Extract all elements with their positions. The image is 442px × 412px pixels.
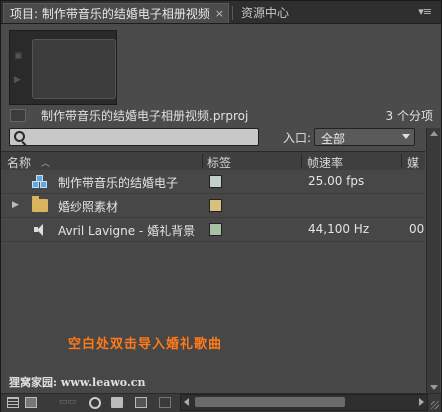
trash-icon[interactable] bbox=[159, 397, 171, 408]
label-color-swatch[interactable] bbox=[209, 175, 222, 188]
scroll-down-icon[interactable] bbox=[430, 385, 438, 390]
item-name: 制作带音乐的结婚电子 bbox=[58, 176, 179, 190]
item-name: 婚纱照素材 bbox=[58, 200, 119, 214]
sequence-icon bbox=[32, 175, 48, 188]
tab-divider bbox=[232, 6, 233, 20]
scroll-up-icon[interactable] bbox=[430, 131, 438, 136]
thumbnail-icon: ▣ bbox=[14, 51, 23, 61]
filter-dropdown[interactable]: 全部 bbox=[314, 128, 415, 146]
expand-arrow-icon[interactable]: ▶ bbox=[12, 200, 19, 210]
tab-project[interactable]: 项目: 制作带音乐的结婚电子相册视频 × bbox=[3, 3, 229, 23]
list-item[interactable]: ▶ 婚纱照素材 bbox=[1, 194, 425, 218]
project-file-icon bbox=[10, 109, 26, 122]
list-view-icon[interactable] bbox=[7, 397, 19, 408]
resize-grip-icon[interactable] bbox=[431, 401, 439, 409]
filter-label: 入口: bbox=[283, 131, 312, 145]
panel-menu-icon[interactable]: ▾≡ bbox=[418, 5, 432, 18]
column-divider[interactable] bbox=[401, 154, 402, 168]
icon-view-icon[interactable] bbox=[25, 397, 37, 408]
tab-bar: 项目: 制作带音乐的结婚电子相册视频 × 资源中心 ▾≡ bbox=[1, 1, 441, 24]
vertical-scrollbar[interactable] bbox=[426, 128, 440, 393]
automate-to-sequence-icon[interactable]: ▭▭ bbox=[59, 397, 76, 408]
column-divider[interactable] bbox=[202, 154, 203, 168]
item-media: 00 bbox=[409, 222, 425, 236]
play-icon[interactable]: ▶ bbox=[14, 75, 21, 85]
speaker-icon bbox=[32, 223, 48, 236]
label-color-swatch[interactable] bbox=[209, 199, 222, 212]
column-frame-rate[interactable]: 帧速率 bbox=[307, 154, 343, 171]
chevron-down-icon bbox=[402, 134, 410, 139]
item-frame-rate: 44,100 Hz bbox=[308, 222, 370, 236]
scroll-thumb[interactable] bbox=[195, 397, 345, 407]
list-item[interactable]: 制作带音乐的结婚电子 25.00 fps bbox=[1, 170, 425, 194]
column-header: 名称 ︿ 标签 帧速率 媒 bbox=[1, 151, 425, 171]
column-label[interactable]: 标签 bbox=[207, 154, 231, 171]
close-icon[interactable]: × bbox=[215, 4, 224, 24]
new-item-icon[interactable] bbox=[135, 397, 147, 408]
item-frame-rate: 25.00 fps bbox=[308, 174, 365, 188]
column-name[interactable]: 名称 bbox=[7, 154, 31, 171]
scroll-left-icon[interactable] bbox=[184, 398, 189, 406]
import-hint: 空白处双击导入婚礼歌曲 bbox=[68, 337, 223, 352]
search-icon bbox=[14, 131, 25, 142]
project-name: 制作带音乐的结婚电子相册视频.prproj bbox=[41, 109, 249, 123]
find-icon[interactable] bbox=[89, 397, 101, 409]
search-input[interactable] bbox=[28, 129, 254, 145]
column-divider[interactable] bbox=[301, 154, 302, 168]
new-bin-icon[interactable] bbox=[111, 397, 123, 408]
item-name: Avril Lavigne - 婚礼背景 bbox=[58, 224, 196, 238]
tab-project-label: 项目: 制作带音乐的结婚电子相册视频 bbox=[10, 7, 210, 21]
project-panel: 项目: 制作带音乐的结婚电子相册视频 × 资源中心 ▾≡ ▣ ▶ 制作带音乐的结… bbox=[0, 0, 442, 412]
list-item[interactable]: Avril Lavigne - 婚礼背景 44,100 Hz 00 bbox=[1, 218, 425, 242]
label-color-swatch[interactable] bbox=[209, 223, 222, 236]
item-count: 3 个分项 bbox=[385, 109, 433, 123]
watermark: 狸窝家园: www.leawo.cn bbox=[9, 376, 146, 389]
column-media[interactable]: 媒 bbox=[407, 154, 419, 171]
preview-thumbnail: ▣ ▶ bbox=[9, 30, 117, 105]
filter-selected: 全部 bbox=[321, 132, 346, 146]
scroll-right-icon[interactable] bbox=[419, 398, 424, 406]
sort-ascending-icon[interactable]: ︿ bbox=[41, 156, 50, 169]
tab-resource-center[interactable]: 资源中心 bbox=[235, 3, 295, 23]
search-box[interactable] bbox=[9, 128, 259, 146]
preview-frame bbox=[32, 39, 116, 99]
folder-icon bbox=[32, 196, 48, 212]
project-items-list[interactable]: 制作带音乐的结婚电子 25.00 fps ▶ 婚纱照素材 Avril Lavig… bbox=[1, 170, 425, 393]
horizontal-scrollbar[interactable] bbox=[180, 394, 428, 411]
